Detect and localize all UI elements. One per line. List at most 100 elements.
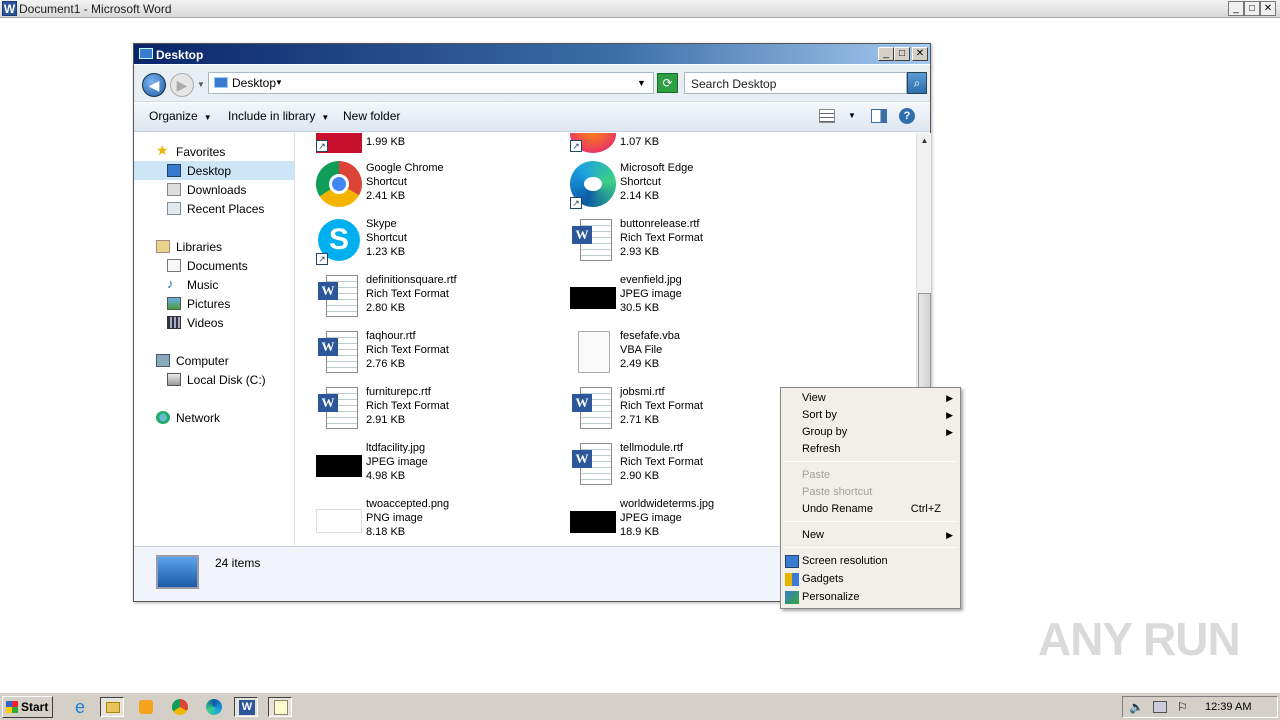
- explorer-title-bar[interactable]: Desktop _ □ ✕: [134, 44, 930, 64]
- volume-icon[interactable]: 🔈: [1129, 700, 1144, 714]
- menu-item-new[interactable]: New ▶: [783, 527, 959, 544]
- address-bar[interactable]: Desktop ▼ ▼: [208, 72, 654, 94]
- menu-item-gadgets[interactable]: Gadgets: [783, 571, 959, 588]
- menu-item-screen-resolution[interactable]: Screen resolution: [783, 553, 959, 570]
- network-status-icon[interactable]: [1153, 701, 1167, 713]
- new-folder-button[interactable]: New folder: [343, 109, 400, 123]
- file-tile-faqhour[interactable]: faqhour.rtfRich Text Format2.76 KB: [296, 329, 546, 385]
- file-tile-skype[interactable]: S ↗ Skype Shortcut 1.23 KB: [296, 217, 546, 273]
- nav-pictures[interactable]: Pictures: [134, 294, 294, 313]
- nav-downloads[interactable]: Downloads: [134, 180, 294, 199]
- windows-logo-icon: [6, 701, 18, 713]
- window-title: Document1 - Microsoft Word: [19, 2, 172, 16]
- documents-icon: [167, 259, 181, 272]
- nav-music[interactable]: ♪ Music: [134, 275, 294, 294]
- chevron-down-icon[interactable]: ▼: [275, 78, 283, 87]
- chrome-icon[interactable]: [168, 697, 192, 717]
- breadcrumb[interactable]: Desktop: [232, 76, 276, 90]
- personalize-icon: [785, 591, 799, 604]
- include-in-library-menu[interactable]: Include in library ▼: [228, 109, 329, 123]
- taskbar: Start e W 🔈 ⚐ 12:39 AM: [0, 692, 1280, 720]
- notepad-taskbar-button[interactable]: [268, 697, 292, 717]
- videos-icon: [167, 316, 181, 329]
- menu-separator: [785, 547, 957, 548]
- nav-libraries[interactable]: Libraries: [134, 237, 294, 256]
- refresh-button[interactable]: ⟳: [657, 73, 678, 93]
- submenu-arrow-icon: ▶: [946, 530, 953, 540]
- nav-network[interactable]: Network: [134, 408, 294, 427]
- word-title-bar: W Document1 - Microsoft Word _ □ ✕: [0, 0, 1280, 18]
- search-placeholder: Search Desktop: [691, 77, 777, 91]
- watermark-logo: ANY RUN: [1038, 613, 1241, 665]
- preview-pane-icon[interactable]: [871, 109, 887, 123]
- file-tile-google-chrome[interactable]: Google Chrome Shortcut 2.41 KB: [296, 161, 546, 217]
- menu-item-undo-rename[interactable]: Undo Rename Ctrl+Z: [783, 501, 959, 518]
- monitor-icon: [785, 555, 799, 568]
- menu-item-view[interactable]: View ▶: [783, 390, 959, 407]
- image-thumbnail-icon: [570, 287, 616, 309]
- file-tile-furniturepc[interactable]: furniturepc.rtfRich Text Format2.91 KB: [296, 385, 546, 441]
- submenu-arrow-icon: ▶: [946, 410, 953, 420]
- command-bar: Organize ▼ Include in library ▼ New folder…: [134, 103, 930, 132]
- chevron-down-icon[interactable]: ▼: [848, 111, 856, 120]
- nav-documents[interactable]: Documents: [134, 256, 294, 275]
- desktop-icon: [214, 77, 228, 88]
- shortcut-arrow-icon: ↗: [316, 140, 328, 152]
- explorer-taskbar-button[interactable]: [100, 697, 124, 717]
- png-thumbnail-icon: [316, 509, 362, 533]
- desktop-icon: [167, 164, 181, 177]
- minimize-button[interactable]: _: [1228, 1, 1244, 16]
- nav-recent-places[interactable]: Recent Places: [134, 199, 294, 218]
- file-tile-buttonrelease[interactable]: buttonrelease.rtfRich Text Format2.93 KB: [550, 217, 800, 273]
- file-tile-fesefafe[interactable]: fesefafe.vba VBA File 2.49 KB: [550, 329, 800, 385]
- forward-button[interactable]: ▶: [170, 73, 194, 97]
- explorer-minimize-button[interactable]: _: [878, 47, 894, 61]
- nav-local-disk[interactable]: Local Disk (C:): [134, 370, 294, 389]
- edge-icon[interactable]: [202, 697, 226, 717]
- file-tile-twoaccepted[interactable]: twoaccepted.png PNG image 8.18 KB: [296, 497, 546, 546]
- scroll-up-arrow-icon[interactable]: ▲: [917, 133, 932, 148]
- close-button[interactable]: ✕: [1260, 1, 1276, 16]
- action-center-flag-icon[interactable]: ⚐: [1177, 700, 1188, 714]
- menu-item-paste-shortcut[interactable]: Paste shortcut: [783, 484, 959, 501]
- search-input[interactable]: Search Desktop: [684, 72, 907, 94]
- menu-separator: [785, 521, 957, 522]
- organize-menu[interactable]: Organize ▼: [149, 109, 212, 123]
- word-taskbar-button[interactable]: W: [234, 697, 258, 717]
- nav-favorites[interactable]: ★ Favorites: [134, 142, 294, 161]
- menu-item-personalize[interactable]: Personalize: [783, 589, 959, 606]
- file-tile-definitionsquare[interactable]: definitionsquare.rtfRich Text Format2.80…: [296, 273, 546, 329]
- file-tile-ltdfacility[interactable]: ltdfacility.jpg JPEG image 4.98 KB: [296, 441, 546, 497]
- file-tile-jobsmi[interactable]: jobsmi.rtfRich Text Format2.71 KB: [550, 385, 800, 441]
- media-player-icon[interactable]: [134, 697, 158, 717]
- address-dropdown-icon[interactable]: ▼: [637, 78, 646, 88]
- change-view-icon[interactable]: [819, 109, 835, 123]
- nav-videos[interactable]: Videos: [134, 313, 294, 332]
- explorer-close-button[interactable]: ✕: [912, 47, 928, 61]
- file-tile-microsoft-edge[interactable]: ↗ Microsoft Edge Shortcut 2.14 KB: [550, 161, 800, 217]
- shortcut-arrow-icon: ↗: [570, 140, 582, 152]
- star-icon: ★: [156, 142, 169, 158]
- nav-computer[interactable]: Computer: [134, 351, 294, 370]
- file-tile-worldwideterms[interactable]: worldwideterms.jpg JPEG image 18.9 KB: [550, 497, 800, 546]
- start-button[interactable]: Start: [2, 696, 53, 718]
- back-button[interactable]: ◀: [142, 73, 166, 97]
- history-dropdown-icon[interactable]: ▼: [197, 80, 205, 89]
- blank-file-icon: [578, 331, 610, 373]
- clock[interactable]: 12:39 AM: [1205, 701, 1251, 713]
- menu-item-group-by[interactable]: Group by ▶: [783, 424, 959, 441]
- menu-item-sort-by[interactable]: Sort by ▶: [783, 407, 959, 424]
- drive-icon: [167, 373, 181, 386]
- search-icon[interactable]: ⌕: [907, 72, 927, 94]
- menu-item-refresh[interactable]: Refresh: [783, 441, 959, 458]
- internet-explorer-icon[interactable]: e: [68, 697, 92, 717]
- word-doc-icon: [570, 217, 616, 263]
- help-icon[interactable]: ?: [899, 108, 915, 124]
- maximize-button[interactable]: □: [1244, 1, 1260, 16]
- explorer-maximize-button[interactable]: □: [894, 47, 910, 61]
- file-tile-tellmodule[interactable]: tellmodule.rtfRich Text Format2.90 KB: [550, 441, 800, 497]
- file-tile-evenfield[interactable]: evenfield.jpg JPEG image 30.5 KB: [550, 273, 800, 329]
- nav-desktop[interactable]: Desktop: [134, 161, 294, 180]
- menu-item-paste[interactable]: Paste: [783, 467, 959, 484]
- submenu-arrow-icon: ▶: [946, 393, 953, 403]
